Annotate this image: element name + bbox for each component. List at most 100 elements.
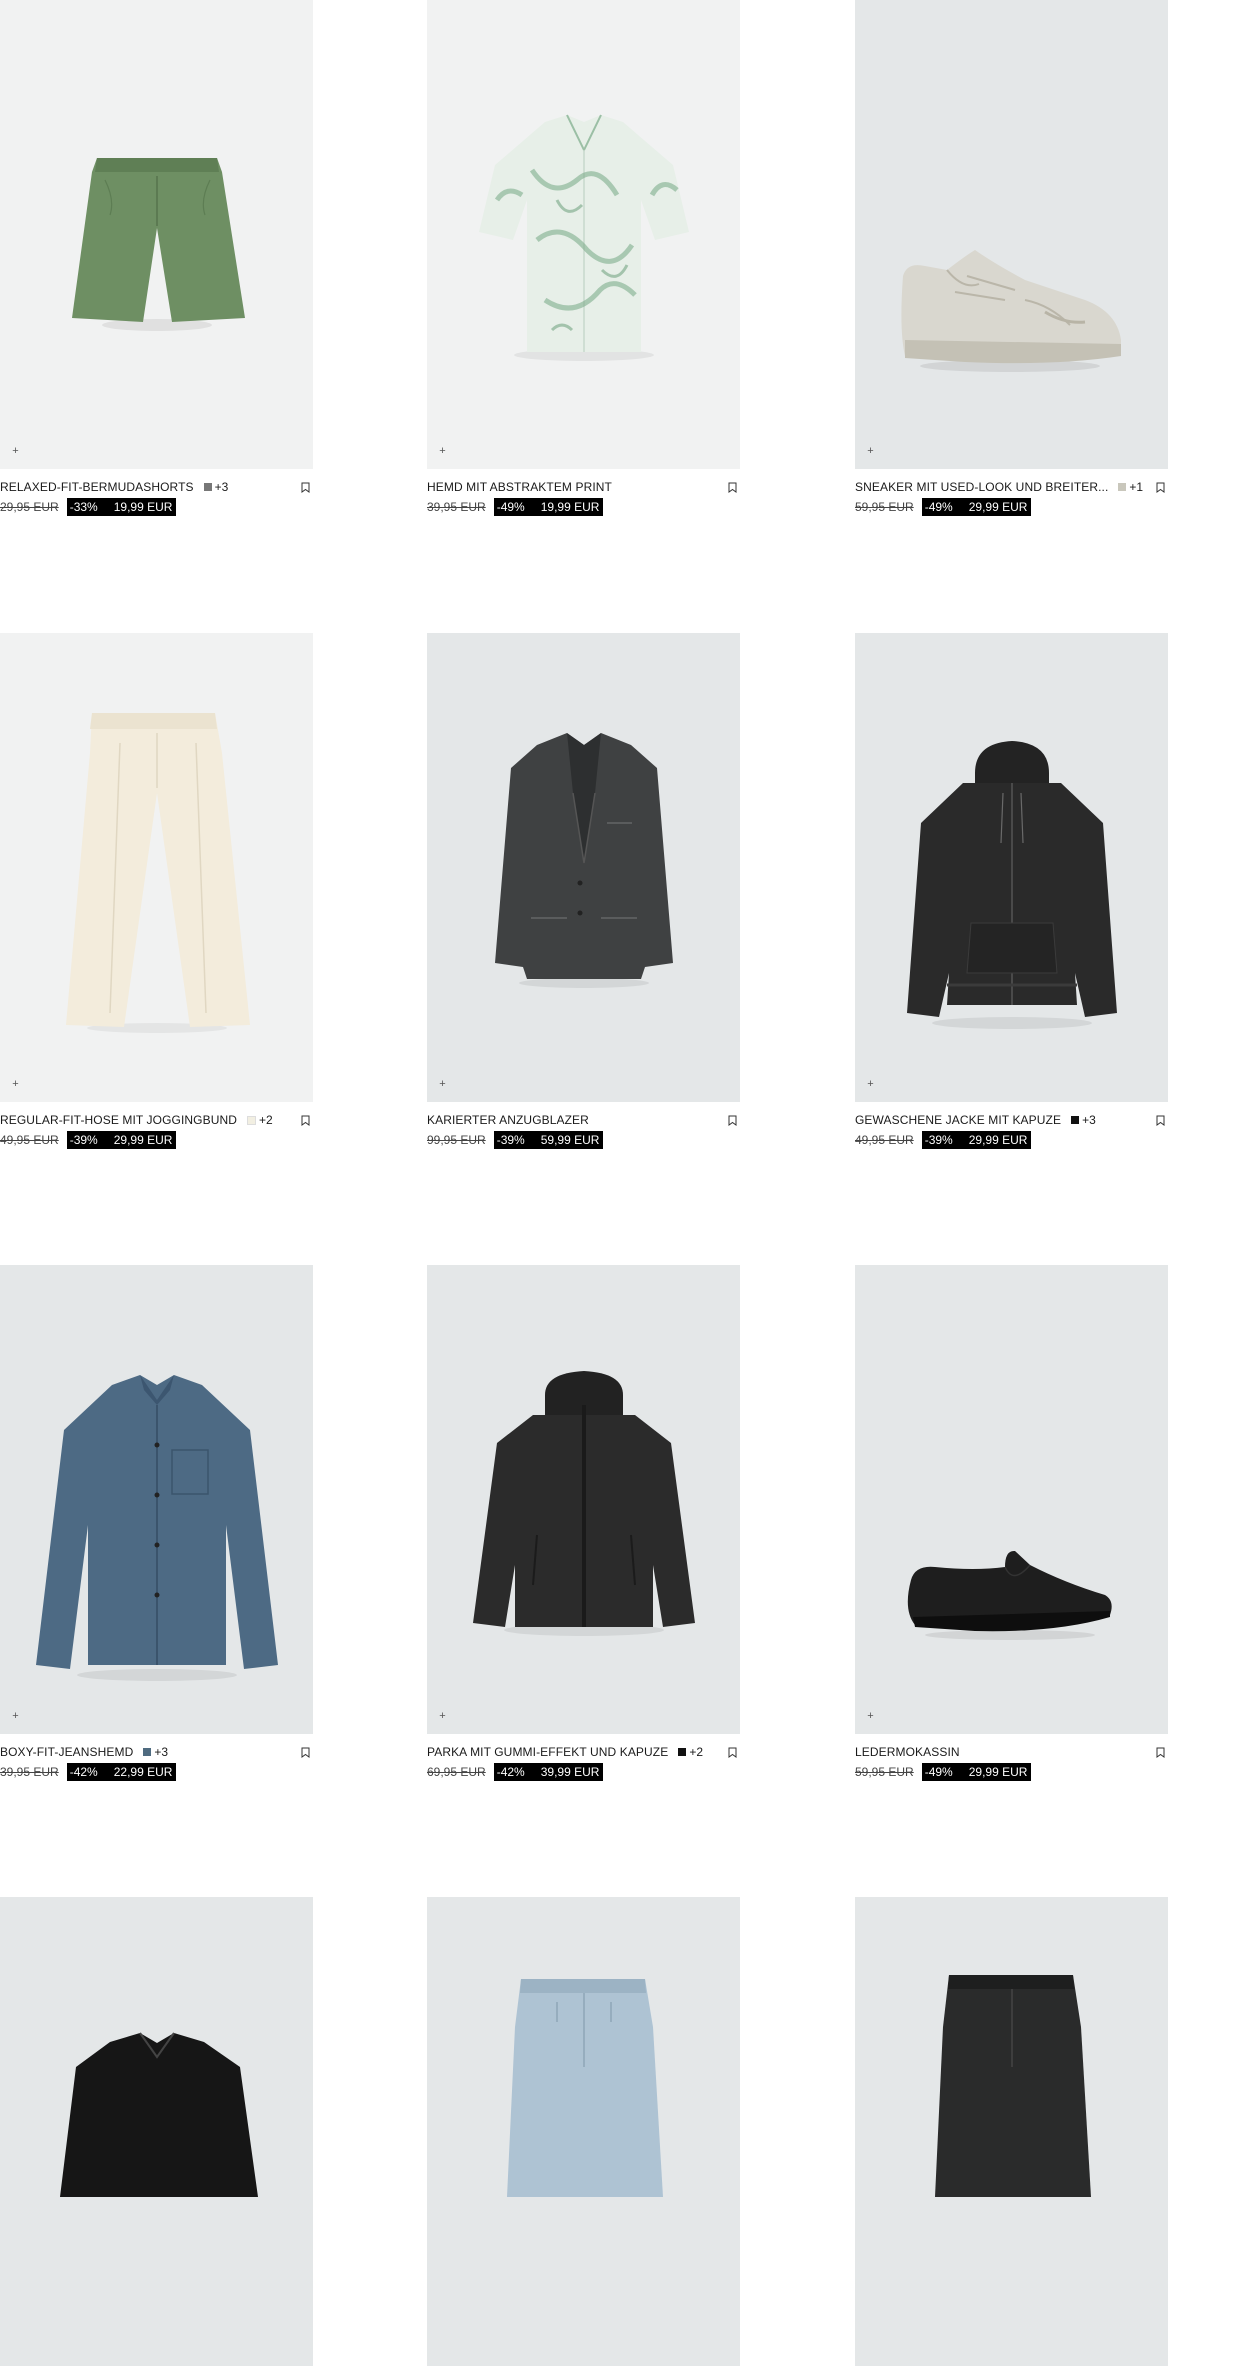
original-price: 69,95 EUR [427,1765,486,1779]
sale-price: 39,99 EUR [528,1763,604,1781]
plus-icon[interactable]: + [865,1711,876,1722]
product-image[interactable]: + [427,0,740,469]
product-name[interactable]: SNEAKER MIT USED-LOOK UND BREITER... [855,480,1108,494]
more-colors: +1 [1129,480,1144,494]
sale-price: 19,99 EUR [528,498,604,516]
color-swatch[interactable] [247,1115,256,1125]
plus-icon[interactable]: + [10,1711,21,1722]
discount-badge: -39% [493,1131,529,1149]
plus-icon[interactable]: + [10,446,21,457]
plus-icon[interactable]: + [437,446,448,457]
product-card[interactable]: + BOXY-FIT-JEANSHEMD +3 39,95 EUR -42% 2… [0,1265,313,1781]
sneaker-image [901,250,1121,372]
loafer-image [907,1550,1112,1640]
sale-price: 19,99 EUR [101,498,177,516]
product-card[interactable]: + RELAXED-FIT-BERMUDASHORTS +3 29,95 EUR… [0,0,313,516]
original-price: 39,95 EUR [427,500,486,514]
discount-badge: -39% [921,1131,957,1149]
bermuda-shorts-image [72,158,245,331]
product-name[interactable]: HEMD MIT ABSTRAKTEM PRINT [427,480,612,494]
original-price: 59,95 EUR [855,500,914,514]
discount-badge: -33% [66,498,102,516]
product-card[interactable]: + LEDERMOKASSIN 59,95 EUR -49% 29,99 EUR [855,1265,1168,1781]
color-swatch[interactable] [143,1748,152,1756]
sale-price: 29,99 EUR [956,498,1032,516]
more-colors: +3 [1082,1113,1096,1127]
bookmark-icon[interactable] [728,1747,737,1758]
discount-badge: -49% [493,498,529,516]
product-card[interactable]: + HEMD MIT ABSTRAKTEM PRINT 39,95 EUR -4… [427,0,740,516]
product-image[interactable]: + [427,633,740,1102]
bookmark-icon[interactable] [1156,1747,1165,1758]
sale-price: 29,99 EUR [101,1131,177,1149]
bookmark-icon[interactable] [301,1115,310,1126]
discount-badge: -39% [66,1131,102,1149]
color-swatch[interactable] [1071,1116,1080,1124]
bookmark-icon[interactable] [1156,1115,1165,1126]
product-image[interactable]: + [855,1265,1168,1734]
product-name[interactable]: RELAXED-FIT-BERMUDASHORTS [0,480,194,494]
product-image[interactable]: + [855,633,1168,1102]
discount-badge: -49% [921,1763,957,1781]
product-card[interactable]: + SNEAKER MIT USED-LOOK UND BREITER... +… [855,0,1168,516]
color-swatch[interactable] [678,1748,687,1756]
jogger-trousers-image [66,713,250,1033]
product-name[interactable]: KARIERTER ANZUGBLAZER [427,1113,589,1127]
product-name[interactable]: GEWASCHENE JACKE MIT KAPUZE [855,1113,1061,1127]
check-blazer-image [495,733,673,988]
original-price: 39,95 EUR [0,1765,59,1779]
product-card[interactable]: + KARIERTER ANZUGBLAZER 99,95 EUR -39% 5… [427,633,740,1149]
original-price: 99,95 EUR [427,1133,486,1147]
more-colors: +3 [154,1745,169,1759]
product-image[interactable]: + [855,0,1168,469]
color-swatch[interactable] [1118,483,1127,491]
product-image[interactable]: + [0,633,313,1102]
original-price: 49,95 EUR [855,1133,914,1147]
original-price: 59,95 EUR [855,1765,914,1779]
discount-badge: -42% [493,1763,529,1781]
discount-badge: -49% [921,498,957,516]
sale-price: 29,99 EUR [956,1763,1032,1781]
product-card[interactable] [0,1897,313,2366]
plus-icon[interactable]: + [437,1079,448,1090]
product-image[interactable] [0,1897,313,2366]
original-price: 49,95 EUR [0,1133,59,1147]
light-blue-trousers-image [507,1979,663,2197]
plus-icon[interactable]: + [437,1711,448,1722]
product-card[interactable]: + GEWASCHENE JACKE MIT KAPUZE +3 49,95 E… [855,633,1168,1149]
bookmark-icon[interactable] [301,482,310,493]
product-image[interactable] [427,1897,740,2366]
plus-icon[interactable]: + [865,446,876,457]
more-colors: +2 [259,1113,273,1127]
product-card[interactable] [855,1897,1168,2366]
discount-badge: -42% [66,1763,102,1781]
product-image[interactable]: + [0,1265,313,1734]
bookmark-icon[interactable] [728,1115,737,1126]
product-name[interactable]: PARKA MIT GUMMI-EFFEKT UND KAPUZE [427,1745,668,1759]
parka-image [473,1371,695,1636]
product-name[interactable]: LEDERMOKASSIN [855,1745,960,1759]
denim-shirt-image [36,1375,278,1681]
product-image[interactable]: + [427,1265,740,1734]
abstract-print-shirt-image [479,114,689,361]
bookmark-icon[interactable] [301,1747,310,1758]
bookmark-icon[interactable] [728,482,737,493]
product-name[interactable]: BOXY-FIT-JEANSHEMD [0,1745,133,1759]
color-swatch[interactable] [203,483,212,491]
product-card[interactable]: + PARKA MIT GUMMI-EFFEKT UND KAPUZE +2 6… [427,1265,740,1781]
more-colors: +3 [214,480,229,494]
sale-price: 29,99 EUR [956,1131,1032,1149]
product-card[interactable]: + REGULAR-FIT-HOSE MIT JOGGINGBUND +2 49… [0,633,313,1149]
product-image[interactable]: + [0,0,313,469]
product-name[interactable]: REGULAR-FIT-HOSE MIT JOGGINGBUND [0,1113,237,1127]
bookmark-icon[interactable] [1156,482,1165,493]
plus-icon[interactable]: + [10,1079,21,1090]
dark-trousers-image [935,1975,1091,2197]
sale-price: 59,99 EUR [528,1131,604,1149]
product-card[interactable] [427,1897,740,2366]
original-price: 29,95 EUR [0,500,59,514]
more-colors: +2 [689,1745,704,1759]
plus-icon[interactable]: + [865,1079,876,1090]
black-shirt-image [60,2032,258,2197]
product-image[interactable] [855,1897,1168,2366]
